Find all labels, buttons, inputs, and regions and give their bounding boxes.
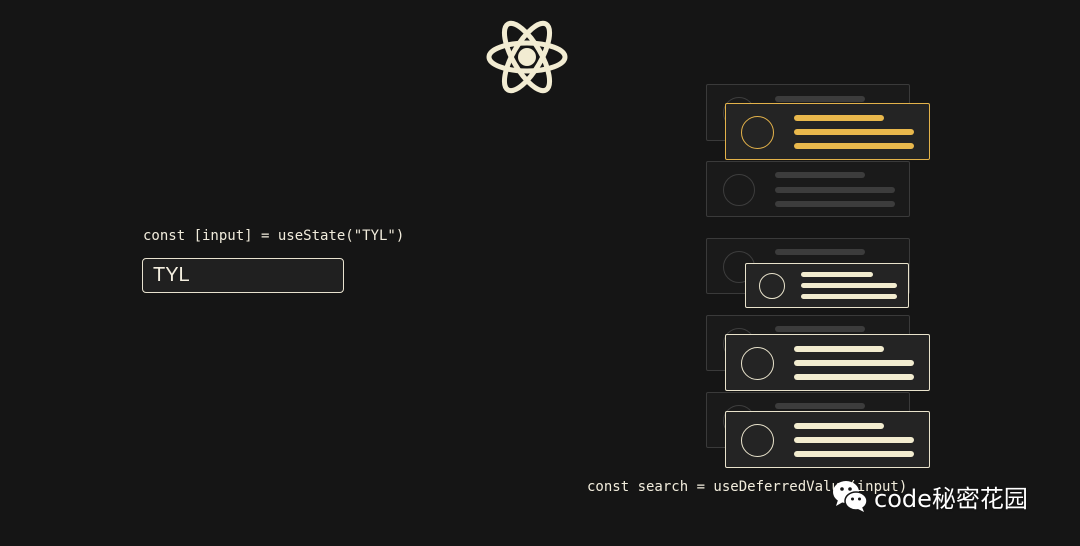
list-item-placeholder (706, 161, 910, 217)
use-state-code-label: const [input] = useState("TYL") (143, 228, 405, 244)
avatar (723, 174, 755, 206)
avatar (759, 273, 785, 299)
react-atom-icon (486, 20, 568, 94)
list-item-highlighted[interactable] (725, 103, 930, 160)
avatar (741, 424, 774, 457)
avatar (741, 116, 774, 149)
list-item[interactable] (725, 334, 930, 391)
watermark: code秘密花园 (830, 476, 1028, 516)
list-item[interactable] (725, 411, 930, 468)
watermark-text: code秘密花园 (874, 484, 1028, 513)
avatar (741, 347, 774, 380)
wechat-icon (833, 481, 868, 512)
search-input[interactable]: TYL (142, 258, 344, 293)
list-item[interactable] (745, 263, 909, 308)
